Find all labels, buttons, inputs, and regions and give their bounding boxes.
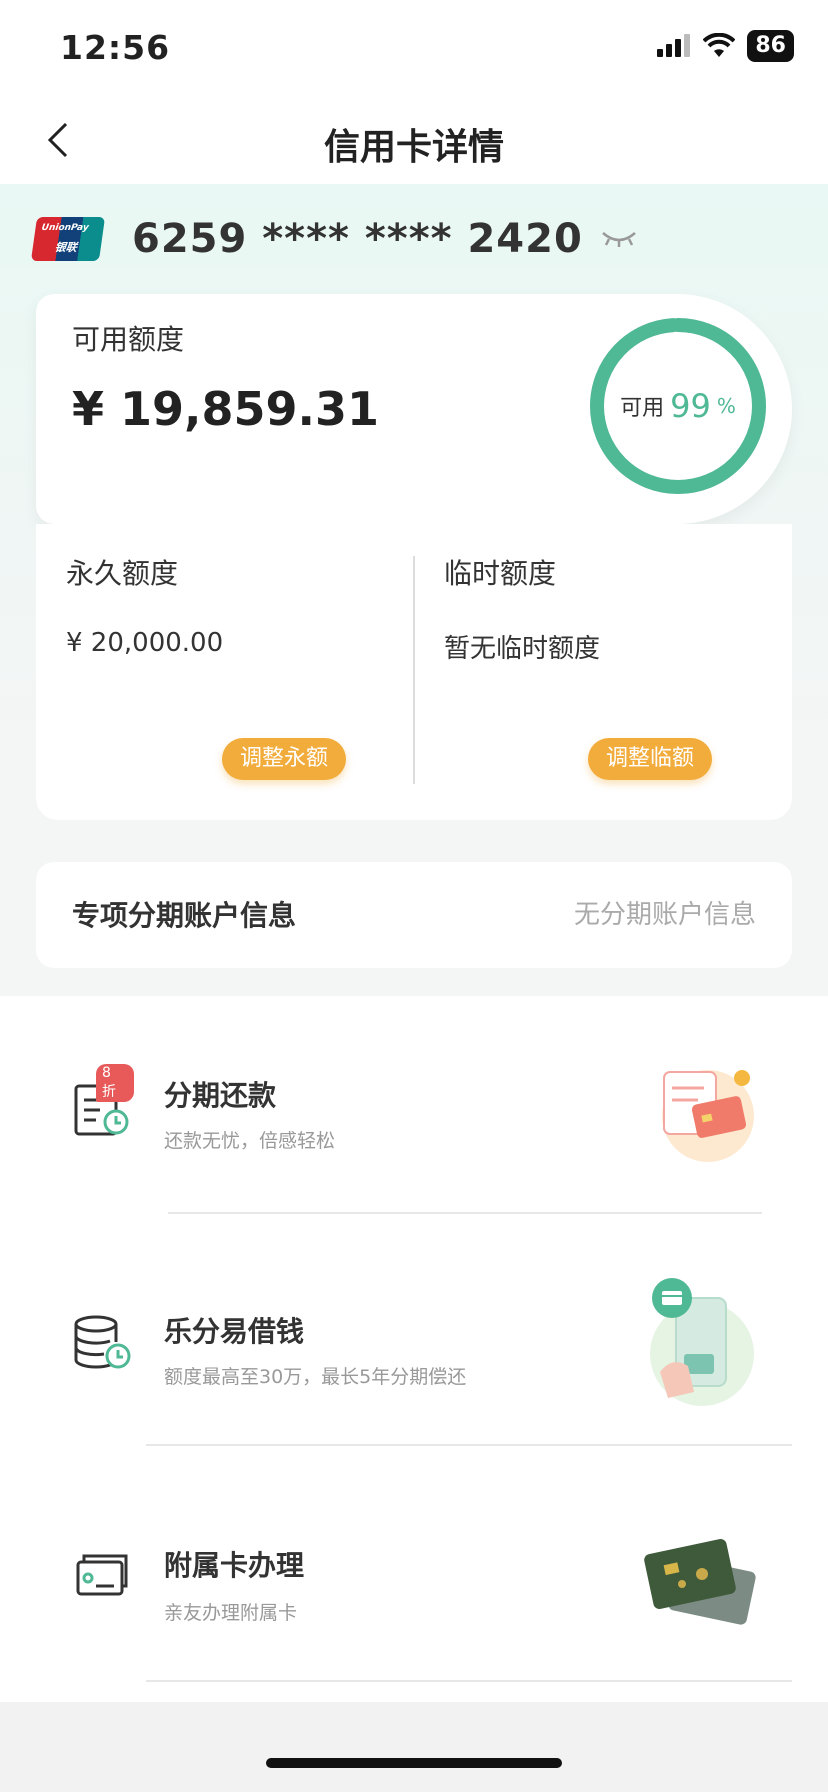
service-subtitle: 额度最高至30万，最长5年分期偿还 — [164, 1366, 467, 1388]
ring-unit: % — [716, 394, 736, 418]
ring-text: 可用 99 % — [588, 316, 768, 496]
wifi-icon — [703, 33, 736, 57]
nav-bar: 信用卡详情 — [0, 96, 828, 184]
service-title: 附属卡办理 — [164, 1549, 305, 1582]
supplementary-card-icon — [70, 1546, 134, 1610]
unionpay-logo: UnionPay 银联 — [30, 217, 106, 261]
installment-account-value: 无分期账户信息 — [573, 900, 756, 930]
cellular-signal-icon — [657, 34, 691, 57]
installment-repay-icon: 8 折 — [70, 1064, 134, 1140]
available-limit-card: 可用额度 ¥ 19,859.31 可用 99 % — [36, 294, 792, 524]
service-supplementary-card[interactable]: 附属卡办理 亲友办理附属卡 — [0, 1466, 828, 1702]
home-indicator[interactable] — [266, 1758, 562, 1768]
page-title: 信用卡详情 — [323, 127, 504, 168]
installment-card-illustration — [662, 1070, 754, 1162]
service-loan[interactable]: 乐分易借钱 额度最高至30万，最长5年分期偿还 — [0, 1232, 828, 1468]
ring-label: 可用 — [620, 396, 665, 421]
card-number: 6259 **** **** 2420 — [132, 216, 583, 262]
permanent-limit-title: 永久额度 — [66, 557, 179, 590]
loan-phone-illustration — [650, 1278, 754, 1406]
installment-account-row[interactable]: 专项分期账户信息 无分期账户信息 — [36, 862, 792, 968]
battery-indicator: 86 — [747, 30, 794, 62]
service-title: 分期还款 — [164, 1079, 277, 1112]
loan-coins-icon — [70, 1310, 134, 1374]
status-time: 12:56 — [60, 28, 171, 67]
service-title: 乐分易借钱 — [164, 1315, 305, 1348]
adjust-permanent-button[interactable]: 调整永额 — [222, 738, 347, 780]
available-limit-label: 可用额度 — [72, 323, 185, 356]
supplementary-card-illustration — [644, 1538, 756, 1625]
service-divider — [146, 1444, 792, 1446]
status-bar: 12:56 86 — [0, 0, 828, 96]
service-divider — [146, 1680, 792, 1682]
status-icons: 86 — [657, 30, 794, 62]
permanent-limit: 永久额度 ¥ 20,000.00 调整永额 — [36, 524, 414, 820]
adjust-temporary-button[interactable]: 调整临额 — [588, 738, 713, 780]
card-overview: UnionPay 银联 6259 **** **** 2420 可用额度 ¥ 1… — [0, 184, 828, 996]
permanent-limit-value: ¥ 20,000.00 — [66, 628, 224, 658]
service-subtitle: 亲友办理附属卡 — [164, 1602, 298, 1624]
temporary-limit-title: 临时额度 — [444, 557, 557, 590]
eye-closed-icon[interactable] — [599, 227, 639, 251]
service-divider — [168, 1212, 762, 1214]
service-installment-repay[interactable]: 8 折 分期还款 还款无忧，倍感轻松 — [0, 996, 828, 1232]
temporary-limit: 临时额度 暂无临时额度 调整临额 — [414, 524, 792, 820]
discount-badge: 8 折 — [96, 1064, 134, 1102]
service-subtitle: 还款无忧，倍感轻松 — [164, 1130, 336, 1152]
installment-account-label: 专项分期账户信息 — [72, 899, 297, 932]
limits-card: 永久额度 ¥ 20,000.00 调整永额 临时额度 暂无临时额度 调整临额 — [36, 524, 792, 820]
available-limit-amount: ¥ 19,859.31 — [72, 382, 380, 436]
services-list: 8 折 分期还款 还款无忧，倍感轻松 乐分易借钱 额度最高至30万，最长5年分期… — [0, 996, 828, 1702]
temporary-limit-value: 暂无临时额度 — [444, 634, 601, 664]
card-number-row: UnionPay 银联 6259 **** **** 2420 — [30, 216, 639, 262]
ring-percent: 99 — [670, 387, 711, 425]
